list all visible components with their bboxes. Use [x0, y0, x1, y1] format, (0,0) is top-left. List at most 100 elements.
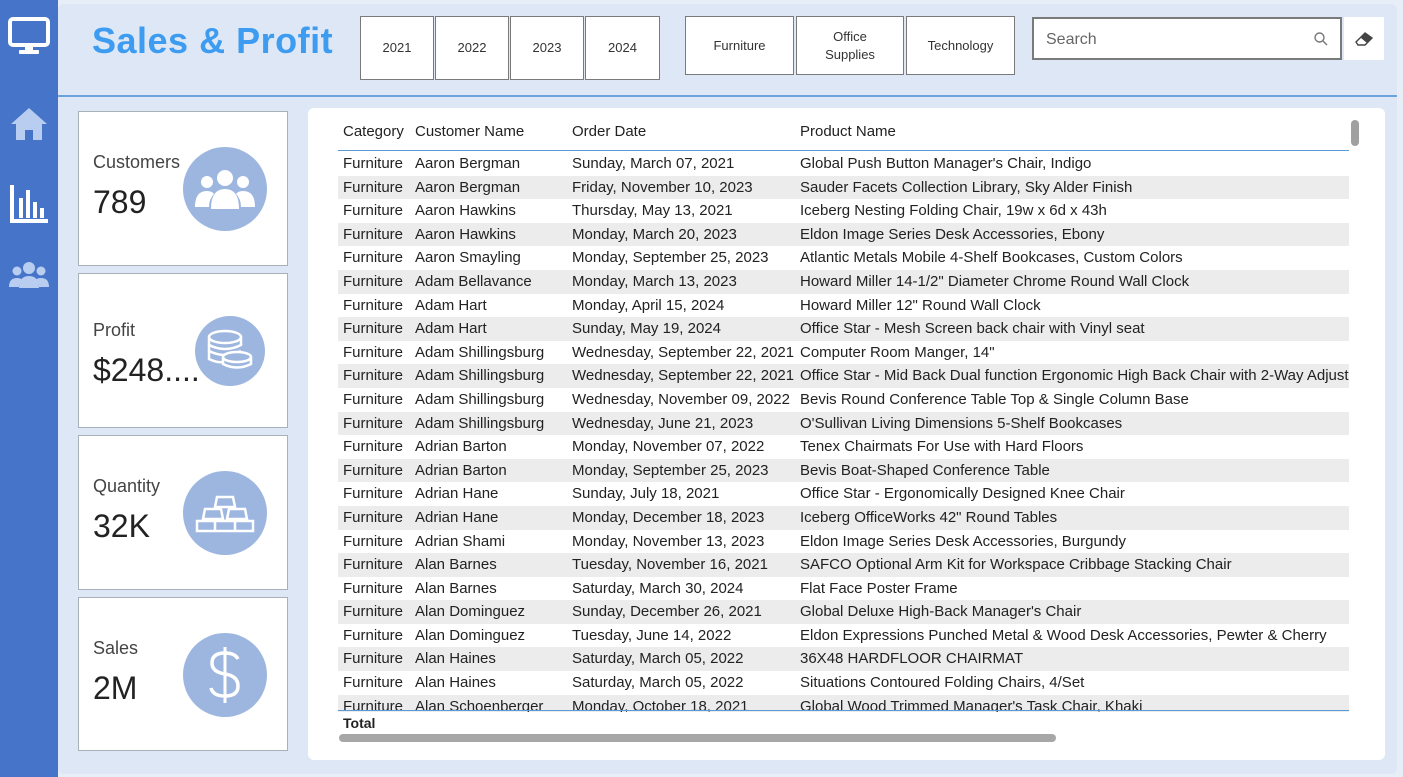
- table-cell: Adam Shillingsburg: [415, 414, 545, 432]
- table-row[interactable]: Furniture Alan Haines Saturday, March 05, …: [338, 647, 1349, 672]
- table-row[interactable]: Furniture Adrian Barton Monday, September …: [338, 458, 1349, 483]
- table-cell: Howard Miller 12" Round Wall Clock: [800, 296, 1041, 314]
- people-icon[interactable]: [6, 260, 52, 290]
- kpi-card-customers: Customers 789: [78, 111, 288, 266]
- table-row[interactable]: Furniture Aaron Bergman Friday, November 1…: [338, 175, 1349, 200]
- table-row[interactable]: Furniture Aaron Bergman Sunday, March 07, …: [338, 152, 1349, 176]
- table-row[interactable]: Furniture Adrian Hane Sunday, July 18, 202…: [338, 482, 1349, 506]
- table-row[interactable]: Furniture Adam Hart Sunday, May 19, 2024 Of…: [338, 317, 1349, 341]
- kpi-label: Customers: [93, 152, 181, 172]
- table-cell: Saturday, March 30, 2024: [572, 579, 744, 597]
- table-cell: 36X48 HARDFLOOR CHAIRMAT: [800, 650, 1024, 668]
- table-cell: Tuesday, June 14, 2022: [572, 626, 732, 644]
- table-cell: Aaron Bergman: [415, 178, 521, 196]
- year-2023-button[interactable]: 2023: [510, 16, 584, 80]
- header-divider: [58, 95, 1397, 97]
- table-cell: Furniture: [343, 249, 404, 267]
- coins-icon: [195, 316, 265, 386]
- table-cell: Wednesday, November 09, 2022: [572, 390, 790, 408]
- table-cell: Sauder Facets Collection Library, Sky Al…: [800, 178, 1133, 196]
- kpi-value: 32K: [93, 508, 150, 544]
- table-cell: Computer Room Manger, 14": [800, 343, 995, 361]
- table-row[interactable]: Furniture Alan Haines Saturday, March 05, …: [338, 671, 1349, 695]
- table-row[interactable]: Furniture Aaron Smayling Monday, September…: [338, 246, 1349, 270]
- vertical-scrollbar[interactable]: [1351, 120, 1359, 146]
- table-cell: Furniture: [343, 438, 404, 456]
- table-cell: Friday, November 10, 2023: [572, 178, 753, 196]
- table-row[interactable]: Furniture Adrian Shami Monday, November 13…: [338, 530, 1349, 554]
- table-cell: Alan Haines: [415, 650, 496, 668]
- table-row[interactable]: Furniture Alan Dominguez Sunday, December …: [338, 600, 1349, 624]
- table-cell: Adrian Barton: [415, 461, 507, 479]
- table-cell: Monday, March 13, 2023: [572, 272, 737, 290]
- total-label: Total: [343, 715, 376, 731]
- table-header: Category Customer Name Order Date Produc…: [338, 118, 1349, 151]
- category-office-supplies-button[interactable]: Office Supplies: [796, 16, 904, 75]
- kpi-card-sales: Sales 2M: [78, 597, 288, 751]
- table-row[interactable]: Furniture Adrian Barton Monday, November 0…: [338, 435, 1349, 459]
- table-cell: Bevis Boat-Shaped Conference Table: [800, 461, 1050, 479]
- table-cell: Wednesday, September 22, 2021: [572, 343, 795, 361]
- table-cell: Adam Shillingsburg: [415, 367, 545, 385]
- table-row[interactable]: Furniture Adrian Hane Monday, December 18,…: [338, 505, 1349, 530]
- search-icon[interactable]: [1314, 32, 1328, 51]
- table-cell: Furniture: [343, 650, 404, 668]
- table-row[interactable]: Furniture Aaron Hawkins Monday, March 20, …: [338, 222, 1349, 247]
- search-input[interactable]: [1044, 27, 1298, 53]
- table-cell: Bevis Round Conference Table Top & Singl…: [800, 390, 1189, 408]
- monitor-icon[interactable]: [6, 16, 52, 56]
- table-cell: Aaron Bergman: [415, 155, 521, 172]
- table-cell: Furniture: [343, 674, 404, 692]
- table-cell: Flat Face Poster Frame: [800, 579, 958, 597]
- kpi-value: $248....: [93, 352, 200, 388]
- column-header-product-name[interactable]: Product Name: [800, 123, 896, 140]
- table-row[interactable]: Furniture Adam Shillingsburg Wednesday, Se…: [338, 341, 1349, 365]
- table-cell: Furniture: [343, 485, 404, 503]
- table-row[interactable]: Furniture Adam Shillingsburg Wednesday, Se…: [338, 364, 1349, 388]
- table-cell: Alan Dominguez: [415, 603, 526, 621]
- year-2021-button[interactable]: 2021: [360, 16, 434, 80]
- horizontal-scrollbar[interactable]: [339, 734, 1056, 742]
- category-furniture-button[interactable]: Furniture: [685, 16, 794, 75]
- bar-chart-icon[interactable]: [6, 184, 52, 224]
- table-row[interactable]: Furniture Adam Bellavance Monday, March 13…: [338, 269, 1349, 294]
- table-cell: Furniture: [343, 556, 404, 574]
- table-cell: Monday, December 18, 2023: [572, 508, 765, 526]
- category-technology-button[interactable]: Technology: [906, 16, 1015, 75]
- column-header-category[interactable]: Category: [343, 123, 404, 140]
- column-header-order-date[interactable]: Order Date: [572, 123, 646, 140]
- column-header-customer-name[interactable]: Customer Name: [415, 123, 524, 140]
- table-row[interactable]: Furniture Adam Hart Monday, April 15, 2024…: [338, 294, 1349, 318]
- search-box: [1032, 17, 1342, 60]
- table-row[interactable]: Furniture Adam Shillingsburg Wednesday, Ju…: [338, 411, 1349, 436]
- table-cell: O'Sullivan Living Dimensions 5-Shelf Boo…: [800, 414, 1123, 432]
- people-icon: [183, 147, 267, 231]
- table-row[interactable]: Furniture Alan Barnes Saturday, March 30, …: [338, 577, 1349, 601]
- table-cell: Eldon Image Series Desk Accessories, Ebo…: [800, 225, 1105, 243]
- table-cell: Alan Haines: [415, 674, 496, 692]
- table-cell: Furniture: [343, 414, 404, 432]
- table-row[interactable]: Furniture Adam Shillingsburg Wednesday, No…: [338, 388, 1349, 412]
- table-cell: Monday, November 13, 2023: [572, 532, 765, 550]
- table-row[interactable]: Furniture Alan Dominguez Tuesday, June 14,…: [338, 624, 1349, 648]
- year-2024-button[interactable]: 2024: [585, 16, 660, 80]
- table-total-row: Total: [338, 710, 1349, 731]
- table-row[interactable]: Furniture Aaron Hawkins Thursday, May 13, …: [338, 199, 1349, 223]
- table-cell: Aaron Hawkins: [415, 202, 516, 220]
- table-cell: Furniture: [343, 320, 404, 338]
- table-cell: Monday, April 15, 2024: [572, 296, 725, 314]
- year-2022-button[interactable]: 2022: [435, 16, 509, 80]
- table-cell: Furniture: [343, 579, 404, 597]
- table-row[interactable]: Furniture Alan Barnes Tuesday, November 16…: [338, 553, 1349, 577]
- table-cell: Sunday, March 07, 2021: [572, 155, 735, 172]
- table-cell: Adam Shillingsburg: [415, 390, 545, 408]
- table-cell: Furniture: [343, 367, 404, 385]
- table-cell: Sunday, December 26, 2021: [572, 603, 762, 621]
- home-icon[interactable]: [6, 106, 52, 142]
- clear-selection-eraser-icon[interactable]: [1344, 17, 1384, 60]
- page-title: Sales & Profit: [92, 20, 334, 61]
- table-cell: Thursday, May 13, 2021: [572, 202, 733, 220]
- table-cell: Furniture: [343, 603, 404, 621]
- table-cell: Monday, March 20, 2023: [572, 225, 737, 243]
- table-cell: Furniture: [343, 202, 404, 220]
